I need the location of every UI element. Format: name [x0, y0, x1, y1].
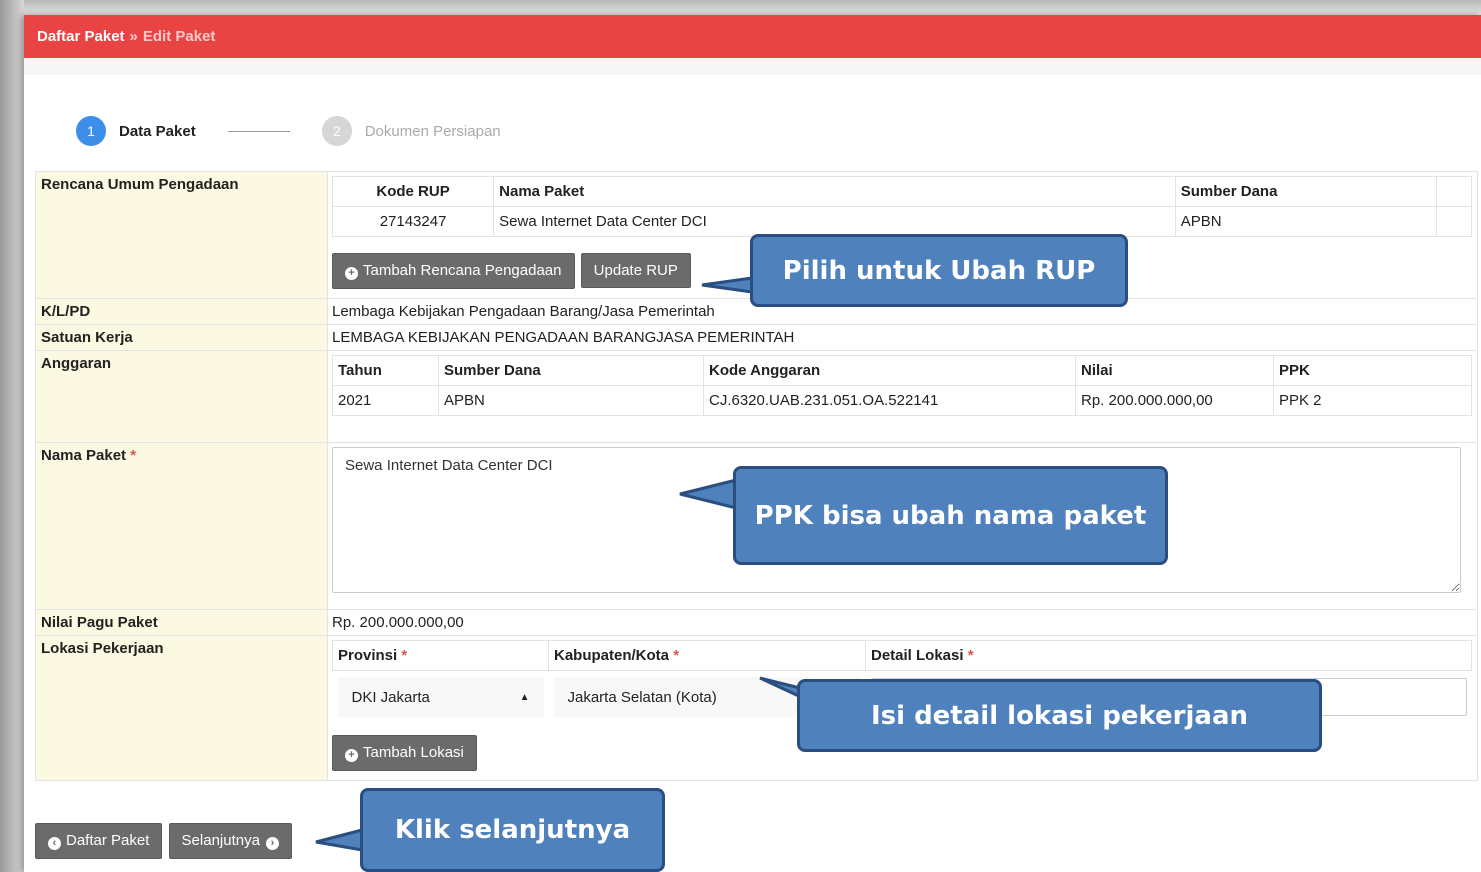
rup-col-empty [1435, 176, 1473, 207]
lokasi-header-row: Provinsi * Kabupaten/Kota * Detail Lokas… [332, 640, 1472, 671]
satker-value: LEMBAGA KEBIJAKAN PENGADAAN BARANGJASA P… [327, 324, 1478, 351]
anggaran-kode: CJ.6320.UAB.231.051.OA.522141 [703, 385, 1076, 416]
rup-empty [1435, 206, 1473, 237]
step-1-number[interactable]: 1 [76, 116, 106, 146]
next-button[interactable]: Selanjutnya › [168, 823, 292, 859]
pagu-label: Nilai Pagu Paket [35, 609, 328, 636]
breadcrumb-root[interactable]: Daftar Paket [37, 28, 125, 45]
anggaran-header-row: Tahun Sumber Dana Kode Anggaran Nilai PP… [332, 355, 1472, 386]
anggaran-label: Anggaran [35, 350, 328, 443]
pagu-value: Rp. 200.000.000,00 [327, 609, 1478, 636]
provinsi-value: DKI Jakarta [351, 688, 430, 706]
step-2-number[interactable]: 2 [321, 116, 352, 146]
table-row: 2021 APBN CJ.6320.UAB.231.051.OA.522141 … [332, 385, 1472, 416]
update-rup-button[interactable]: Update RUP [580, 253, 691, 288]
lokasi-provinsi-cell: DKI Jakarta ▲ [333, 671, 549, 724]
add-rup-label: Tambah Rencana Pengadaan [363, 262, 562, 279]
required-mark: * [673, 647, 680, 664]
nama-paket-label: Nama Paket * [35, 442, 328, 610]
plus-circle-icon: + [345, 267, 358, 280]
rup-col-kode: Kode RUP [331, 176, 495, 207]
kota-value: Jakarta Selatan (Kota) [567, 688, 717, 706]
rup-col-sumber: Sumber Dana [1174, 176, 1437, 207]
anggaran-ppk: PPK 2 [1273, 385, 1472, 416]
anggaran-sumber: APBN [438, 385, 704, 416]
add-lokasi-button[interactable]: + Tambah Lokasi [332, 735, 477, 771]
anggaran-table: Tahun Sumber Dana Kode Anggaran Nilai PP… [332, 355, 1472, 416]
next-label: Selanjutnya [181, 832, 260, 849]
plus-circle-icon: + [345, 749, 358, 762]
anggaran-tahun: 2021 [332, 385, 439, 416]
rup-label: Rencana Umum Pengadaan [35, 171, 328, 299]
anggaran-col-kode: Kode Anggaran [703, 355, 1076, 386]
back-button[interactable]: ‹ Daftar Paket [35, 823, 163, 859]
required-mark: * [130, 447, 137, 464]
callout-lokasi: Isi detail lokasi pekerjaan [797, 679, 1322, 752]
callout-rup: Pilih untuk Ubah RUP [750, 234, 1128, 307]
anggaran-col-sumber: Sumber Dana [438, 355, 704, 386]
arrow-right-circle-icon: › [265, 837, 279, 850]
anggaran-col-nilai: Nilai [1075, 355, 1274, 386]
background-top [0, 0, 1481, 15]
back-label: Daftar Paket [66, 832, 150, 849]
breadcrumb-current: Edit Paket [142, 28, 216, 45]
klpd-label: K/L/PD [35, 298, 328, 325]
rup-kode: 27143247 [331, 206, 495, 237]
sub-bar [24, 58, 1481, 75]
rup-header-row: Kode RUP Nama Paket Sumber Dana [331, 176, 1473, 207]
add-lokasi-label: Tambah Lokasi [363, 744, 464, 761]
rup-col-nama: Nama Paket [493, 176, 1176, 207]
add-rup-button[interactable]: + Tambah Rencana Pengadaan [332, 253, 575, 289]
step-connector [227, 130, 290, 132]
nama-paket-label-text: Nama Paket [41, 447, 127, 464]
anggaran-col-tahun: Tahun [332, 355, 439, 386]
anggaran-nilai: Rp. 200.000.000,00 [1075, 385, 1274, 416]
background-left [0, 0, 24, 872]
wizard-stepper: 1 Data Paket 2 Dokumen Persiapan [76, 116, 501, 146]
lokasi-col-provinsi-text: Provinsi [338, 647, 398, 664]
lokasi-col-detail: Detail Lokasi * [865, 640, 1472, 671]
lokasi-col-detail-text: Detail Lokasi [871, 647, 964, 664]
lokasi-col-provinsi: Provinsi * [332, 640, 549, 671]
callout-nama: PPK bisa ubah nama paket [733, 466, 1168, 565]
breadcrumb-separator: » [129, 28, 138, 45]
step-1-label[interactable]: Data Paket [119, 123, 196, 140]
step-2-label[interactable]: Dokumen Persiapan [365, 123, 501, 140]
table-row: 27143247 Sewa Internet Data Center DCI A… [331, 206, 1473, 237]
footer-actions: ‹ Daftar Paket Selanjutnya › [35, 823, 292, 859]
required-mark: * [401, 647, 408, 664]
rup-table: Kode RUP Nama Paket Sumber Dana 27143247… [331, 176, 1473, 237]
lokasi-col-kota-text: Kabupaten/Kota [554, 647, 670, 664]
caret-up-icon: ▲ [519, 691, 530, 703]
satker-label: Satuan Kerja [35, 324, 328, 351]
provinsi-select[interactable]: DKI Jakarta ▲ [337, 677, 544, 717]
required-mark: * [967, 647, 974, 664]
lokasi-col-kota: Kabupaten/Kota * [548, 640, 866, 671]
callout-next: Klik selanjutnya [360, 788, 665, 872]
arrow-left-circle-icon: ‹ [48, 837, 61, 850]
lokasi-label: Lokasi Pekerjaan [35, 635, 328, 781]
breadcrumb: Daftar Paket » Edit Paket [24, 15, 1481, 58]
rup-nama: Sewa Internet Data Center DCI [493, 206, 1176, 237]
anggaran-col-ppk: PPK [1273, 355, 1472, 386]
anggaran-value: Tahun Sumber Dana Kode Anggaran Nilai PP… [327, 350, 1478, 443]
rup-sumber: APBN [1174, 206, 1437, 237]
